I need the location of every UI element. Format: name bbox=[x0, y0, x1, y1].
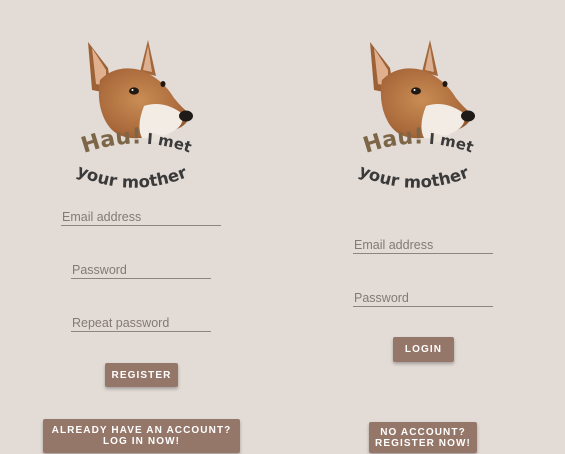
logo-text-your-mother: your mother bbox=[356, 161, 472, 192]
password-input[interactable] bbox=[71, 261, 212, 279]
email-field[interactable] bbox=[61, 206, 222, 226]
password-input[interactable] bbox=[353, 289, 494, 307]
app-logo: Hau! I met your mother bbox=[352, 34, 492, 209]
login-link-line2: LOG IN NOW! bbox=[102, 436, 181, 447]
login-link-line1: ALREADY HAVE AN ACCOUNT? bbox=[51, 425, 232, 436]
email-field[interactable] bbox=[353, 234, 494, 254]
svg-text:your mother: your mother bbox=[74, 161, 190, 192]
register-button[interactable]: REGISTER bbox=[105, 363, 178, 387]
svg-text:Hau!: Hau! bbox=[78, 124, 141, 158]
register-link-line2: REGISTER NOW! bbox=[375, 437, 471, 449]
logo-text-hau: Hau! bbox=[360, 124, 423, 158]
login-button[interactable]: LOGIN bbox=[393, 337, 454, 362]
register-link-line1: NO ACCOUNT? bbox=[380, 426, 466, 438]
repeat-password-input[interactable] bbox=[71, 314, 212, 332]
password-field[interactable] bbox=[353, 287, 494, 307]
email-input[interactable] bbox=[61, 208, 222, 226]
email-input[interactable] bbox=[353, 236, 494, 254]
login-link-button[interactable]: ALREADY HAVE AN ACCOUNT? LOG IN NOW! bbox=[43, 419, 240, 453]
login-button-label: LOGIN bbox=[404, 344, 443, 355]
register-screen: Hau! I met your mother REGISTER ALREA bbox=[0, 0, 283, 454]
register-link-button[interactable]: NO ACCOUNT? REGISTER NOW! bbox=[369, 422, 477, 453]
dog-logo-icon: Hau! I met your mother bbox=[356, 40, 476, 192]
app-logo: Hau! I met your mother bbox=[70, 34, 210, 209]
repeat-password-field[interactable] bbox=[71, 312, 212, 332]
svg-text:Hau!: Hau! bbox=[360, 124, 423, 158]
login-screen: Hau! I met your mother LOGIN NO ACCOUNT?… bbox=[283, 0, 565, 454]
logo-text-your-mother: your mother bbox=[74, 161, 190, 192]
svg-text:your mother: your mother bbox=[356, 161, 472, 192]
dog-logo-icon: Hau! I met your mother bbox=[74, 40, 194, 192]
password-field[interactable] bbox=[71, 259, 212, 279]
logo-text-hau: Hau! bbox=[78, 124, 141, 158]
register-button-label: REGISTER bbox=[111, 369, 172, 381]
